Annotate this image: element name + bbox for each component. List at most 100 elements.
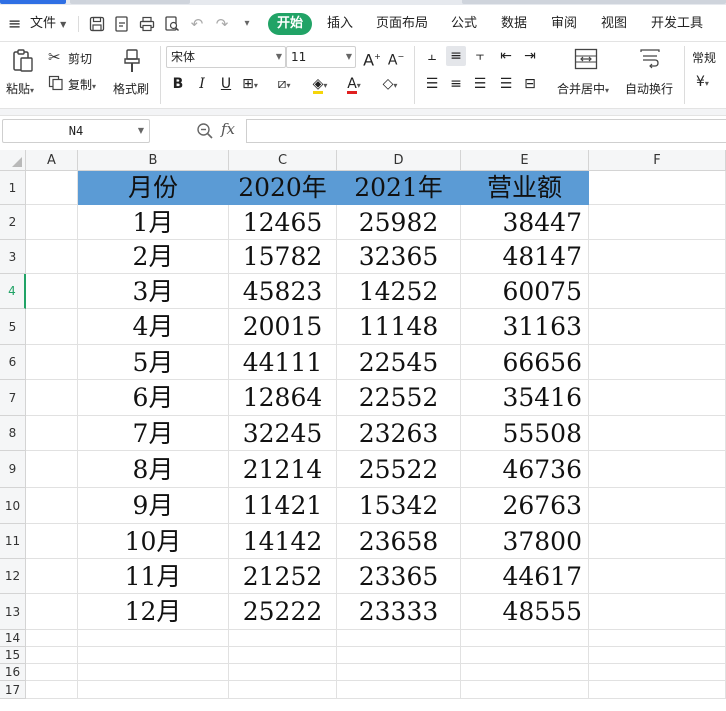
table-cell[interactable]: 2月 bbox=[78, 240, 229, 274]
cell-f1[interactable] bbox=[589, 171, 726, 205]
cell-f4[interactable] bbox=[589, 274, 726, 309]
table-header-cell[interactable]: 2021年 bbox=[337, 171, 461, 205]
cell-d16[interactable] bbox=[337, 664, 461, 681]
align-right-icon[interactable]: ☰ bbox=[470, 74, 490, 94]
tab-formulas[interactable]: 公式 bbox=[451, 5, 477, 42]
table-cell[interactable]: 14142 bbox=[229, 524, 337, 559]
cell-c15[interactable] bbox=[229, 647, 337, 664]
wrap-text-button[interactable]: 自动换行 bbox=[622, 46, 678, 104]
align-middle-icon[interactable]: ≡ bbox=[446, 46, 466, 66]
cell-c16[interactable] bbox=[229, 664, 337, 681]
table-cell[interactable]: 21214 bbox=[229, 451, 337, 488]
table-cell[interactable]: 5月 bbox=[78, 345, 229, 380]
table-cell[interactable]: 25982 bbox=[337, 205, 461, 240]
cell-f9[interactable] bbox=[589, 451, 726, 488]
column-header-c[interactable]: C bbox=[229, 150, 337, 171]
table-cell[interactable]: 4月 bbox=[78, 309, 229, 345]
table-cell[interactable]: 45823 bbox=[229, 274, 337, 309]
increase-indent-icon[interactable]: ⇥ bbox=[520, 46, 540, 66]
export-pdf-icon[interactable] bbox=[113, 15, 131, 33]
row-header-5[interactable]: 5 bbox=[0, 309, 26, 345]
font-color-icon[interactable]: A▾ bbox=[344, 74, 364, 94]
table-cell[interactable]: 48555 bbox=[461, 594, 589, 630]
table-cell[interactable]: 6月 bbox=[78, 380, 229, 416]
cell-f15[interactable] bbox=[589, 647, 726, 664]
cell-a7[interactable] bbox=[26, 380, 78, 416]
row-header-9[interactable]: 9 bbox=[0, 451, 26, 488]
table-cell[interactable]: 20015 bbox=[229, 309, 337, 345]
row-header-1[interactable]: 1 bbox=[0, 171, 26, 205]
row-header-2[interactable]: 2 bbox=[0, 205, 26, 240]
table-cell[interactable]: 60075 bbox=[461, 274, 589, 309]
cell-f2[interactable] bbox=[589, 205, 726, 240]
cell-a3[interactable] bbox=[26, 240, 78, 274]
cell-d17[interactable] bbox=[337, 681, 461, 699]
tab-insert[interactable]: 插入 bbox=[327, 5, 353, 42]
cell-f11[interactable] bbox=[589, 524, 726, 559]
cell-a16[interactable] bbox=[26, 664, 78, 681]
table-cell[interactable]: 46736 bbox=[461, 451, 589, 488]
insert-function-button[interactable]: fx bbox=[221, 120, 235, 138]
font-name-select[interactable]: 宋体 ▼ bbox=[166, 46, 286, 68]
cell-a6[interactable] bbox=[26, 345, 78, 380]
table-cell[interactable]: 35416 bbox=[461, 380, 589, 416]
cell-c17[interactable] bbox=[229, 681, 337, 699]
active-document-tab-indicator[interactable] bbox=[0, 0, 66, 4]
row-header-4[interactable]: 4 bbox=[0, 274, 26, 309]
row-header-15[interactable]: 15 bbox=[0, 647, 26, 664]
table-cell[interactable]: 8月 bbox=[78, 451, 229, 488]
cell-c14[interactable] bbox=[229, 630, 337, 647]
align-top-icon[interactable]: ⫠ bbox=[422, 46, 442, 66]
table-header-cell[interactable]: 营业额 bbox=[461, 171, 589, 205]
font-size-select[interactable]: 11 ▼ bbox=[286, 46, 356, 68]
cell-a5[interactable] bbox=[26, 309, 78, 345]
table-cell[interactable]: 12月 bbox=[78, 594, 229, 630]
cell-f14[interactable] bbox=[589, 630, 726, 647]
table-cell[interactable]: 23658 bbox=[337, 524, 461, 559]
cell-a13[interactable] bbox=[26, 594, 78, 630]
merge-center-button[interactable]: 合并居中▾ bbox=[554, 46, 618, 104]
row-header-12[interactable]: 12 bbox=[0, 559, 26, 594]
cell-f17[interactable] bbox=[589, 681, 726, 699]
copy-button[interactable]: 复制▾ bbox=[48, 74, 106, 94]
table-header-cell[interactable]: 2020年 bbox=[229, 171, 337, 205]
column-header-f[interactable]: F bbox=[589, 150, 726, 171]
number-format-select[interactable]: 常规 bbox=[692, 49, 716, 66]
table-cell[interactable]: 14252 bbox=[337, 274, 461, 309]
column-header-b[interactable]: B bbox=[78, 150, 229, 171]
cell-f8[interactable] bbox=[589, 416, 726, 451]
cell-e16[interactable] bbox=[461, 664, 589, 681]
print-icon[interactable] bbox=[138, 15, 156, 33]
cell-a11[interactable] bbox=[26, 524, 78, 559]
cell-f6[interactable] bbox=[589, 345, 726, 380]
tab-review[interactable]: 审阅 bbox=[551, 5, 577, 42]
cell-f3[interactable] bbox=[589, 240, 726, 274]
select-all-button[interactable] bbox=[0, 150, 26, 171]
tab-developer[interactable]: 开发工具 bbox=[651, 5, 703, 42]
cell-a15[interactable] bbox=[26, 647, 78, 664]
table-cell[interactable]: 9月 bbox=[78, 488, 229, 524]
table-cell[interactable]: 55508 bbox=[461, 416, 589, 451]
table-cell[interactable]: 32245 bbox=[229, 416, 337, 451]
table-cell[interactable]: 7月 bbox=[78, 416, 229, 451]
table-cell[interactable]: 15342 bbox=[337, 488, 461, 524]
tab-start[interactable]: 开始 bbox=[268, 13, 312, 35]
print-preview-icon[interactable] bbox=[163, 15, 181, 33]
cell-a4[interactable] bbox=[26, 274, 78, 309]
table-cell[interactable]: 37800 bbox=[461, 524, 589, 559]
cell-f13[interactable] bbox=[589, 594, 726, 630]
cell-f7[interactable] bbox=[589, 380, 726, 416]
row-header-13[interactable]: 13 bbox=[0, 594, 26, 630]
row-header-8[interactable]: 8 bbox=[0, 416, 26, 451]
cell-b17[interactable] bbox=[78, 681, 229, 699]
format-painter-button[interactable]: 格式刷 bbox=[110, 46, 154, 104]
cell-f12[interactable] bbox=[589, 559, 726, 594]
column-header-a[interactable]: A bbox=[26, 150, 78, 171]
table-cell[interactable]: 10月 bbox=[78, 524, 229, 559]
row-header-7[interactable]: 7 bbox=[0, 380, 26, 416]
cell-d14[interactable] bbox=[337, 630, 461, 647]
table-cell[interactable]: 48147 bbox=[461, 240, 589, 274]
cell-b16[interactable] bbox=[78, 664, 229, 681]
row-header-6[interactable]: 6 bbox=[0, 345, 26, 380]
column-header-d[interactable]: D bbox=[337, 150, 461, 171]
